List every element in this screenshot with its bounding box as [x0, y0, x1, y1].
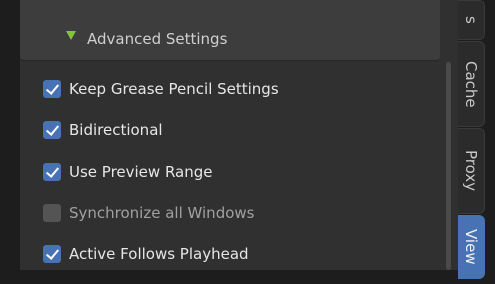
tab-cache[interactable]: Cache [458, 41, 485, 127]
tab-proxy[interactable]: Proxy [458, 128, 485, 214]
option-label: Active Follows Playhead [69, 245, 249, 263]
option-label: Bidirectional [69, 121, 163, 139]
option-keep-grease-pencil-settings[interactable]: Keep Grease Pencil Settings [43, 78, 279, 100]
option-label: Use Preview Range [69, 163, 213, 181]
tab-view[interactable]: View [458, 215, 485, 279]
option-active-follows-playhead[interactable]: Active Follows Playhead [43, 243, 249, 265]
option-synchronize-all-windows[interactable]: Synchronize all Windows [43, 202, 254, 224]
advanced-settings-header[interactable]: Advanced Settings [20, 0, 440, 61]
tab-label: Proxy [462, 150, 480, 192]
disclosure-triangle-icon[interactable] [66, 31, 76, 40]
option-label: Synchronize all Windows [69, 204, 255, 222]
option-bidirectional[interactable]: Bidirectional [43, 119, 163, 141]
tab-label: s [462, 16, 480, 24]
tab-label: Cache [462, 60, 480, 108]
advanced-settings-label: Advanced Settings [87, 30, 228, 48]
tab-s[interactable]: s [458, 0, 485, 40]
checkbox-checked-icon[interactable] [43, 163, 61, 181]
properties-region: Advanced Settings Keep Grease Pencil Set… [0, 0, 495, 284]
tab-label: View [462, 229, 480, 265]
option-use-preview-range[interactable]: Use Preview Range [43, 161, 213, 183]
option-label: Keep Grease Pencil Settings [69, 80, 279, 98]
checkbox-unchecked-icon[interactable] [43, 204, 61, 222]
checkbox-checked-icon[interactable] [43, 121, 61, 139]
scrollbar[interactable] [446, 62, 451, 270]
checkbox-checked-icon[interactable] [43, 245, 61, 263]
checkbox-checked-icon[interactable] [43, 80, 61, 98]
